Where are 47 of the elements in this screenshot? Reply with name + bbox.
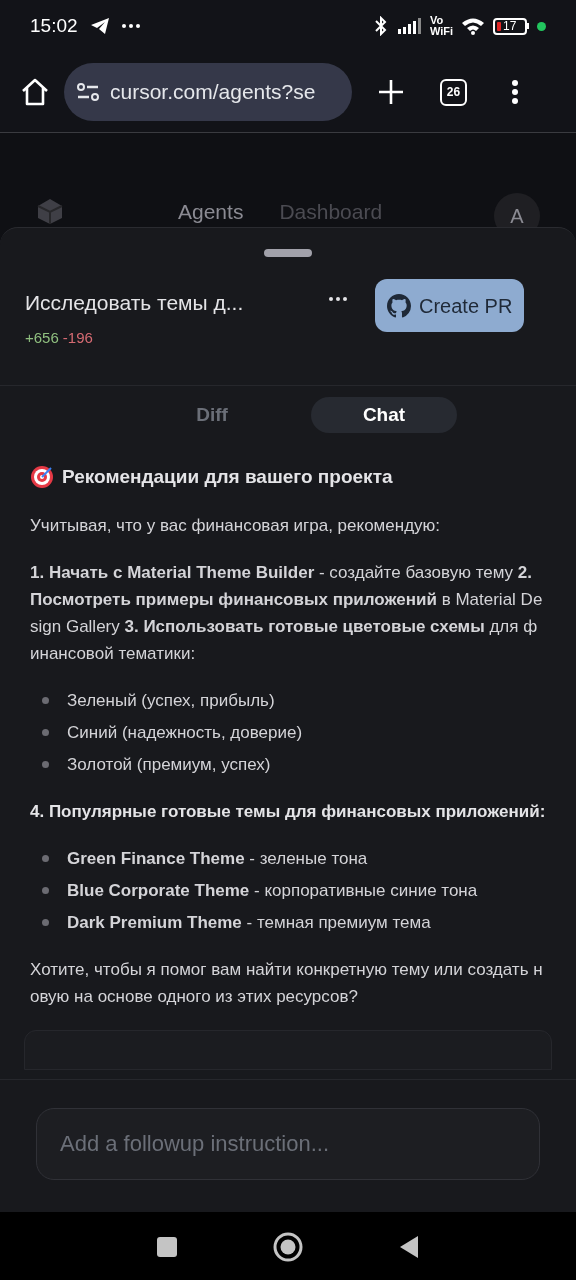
home-icon[interactable] <box>20 78 50 106</box>
home-button-icon[interactable] <box>273 1232 303 1262</box>
url-field[interactable]: cursor.com/agents?se <box>64 63 352 121</box>
bullet-icon <box>42 918 49 926</box>
url-text: cursor.com/agents?se <box>110 79 316 106</box>
cube-logo-icon <box>36 197 64 225</box>
more-icon[interactable] <box>329 297 347 301</box>
bullet-text: Blue Corporate Theme - корпоративные синие тона <box>67 879 478 902</box>
deletions-count: -196 <box>62 327 93 348</box>
message-paragraph: Учитывая, что у вас финансовая игра, рекомендую: <box>30 514 442 537</box>
more-icon <box>121 24 140 28</box>
more-vertical-icon[interactable] <box>511 79 519 105</box>
network-label: Vo <box>429 15 445 26</box>
network-label: WiFi <box>429 26 453 37</box>
github-icon <box>387 293 411 318</box>
bullet-text: Green Finance Theme - зеленые тона <box>67 847 368 870</box>
bullet-icon <box>42 728 49 736</box>
bullet-icon <box>42 760 49 768</box>
target-icon <box>30 465 54 490</box>
signal-icon <box>397 18 422 34</box>
followup-input[interactable]: Add a followup instruction... <box>36 1108 540 1180</box>
plus-icon[interactable] <box>378 79 404 105</box>
agent-title: Исследовать темы д... <box>25 290 245 316</box>
tab-count[interactable]: 26 <box>440 78 467 106</box>
bullet-icon <box>42 696 49 704</box>
back-icon[interactable] <box>399 1235 419 1259</box>
bullet-text: Синий (надежность, доверие) <box>67 721 303 744</box>
bullet-icon <box>42 854 49 862</box>
tune-icon <box>76 82 100 102</box>
message-subheading: 4. Популярные готовые темы для финансовых приложений: <box>30 800 546 823</box>
message-heading: Рекомендации для вашего проекта <box>62 465 393 489</box>
bullet-text: Dark Premium Theme - темная премиум тема <box>67 911 431 934</box>
wifi-icon <box>461 17 485 35</box>
bullet-icon <box>42 886 49 894</box>
bullet-text: Зеленый (успех, прибыль) <box>67 689 275 712</box>
message-paragraph: Хотите, чтобы я помог вам найти конкретную тему или создать новую на основе одного из этих ресурсов? <box>30 958 544 1008</box>
clock-time: 15:02 <box>30 13 78 38</box>
additions-count: +656 <box>25 327 59 348</box>
nav-link[interactable]: Agents <box>178 199 244 225</box>
message-paragraph: 1. Начать с Material Theme Builder - создайте базовую тему 2. Посмотреть примеры финансовых приложений в Material Design Gallery 3. Использовать готовые цветовые схемы для финансовой тематики: <box>30 561 544 665</box>
paper-plane-icon <box>89 17 110 35</box>
drag-handle[interactable] <box>264 249 312 257</box>
battery-level: 17 <box>503 20 517 32</box>
bullet-text: Золотой (премиум, успех) <box>67 753 271 776</box>
view-tab[interactable]: Diff <box>139 397 285 433</box>
view-tab[interactable]: Chat <box>311 397 457 433</box>
create-pr-button[interactable]: Create PR <box>375 279 525 332</box>
